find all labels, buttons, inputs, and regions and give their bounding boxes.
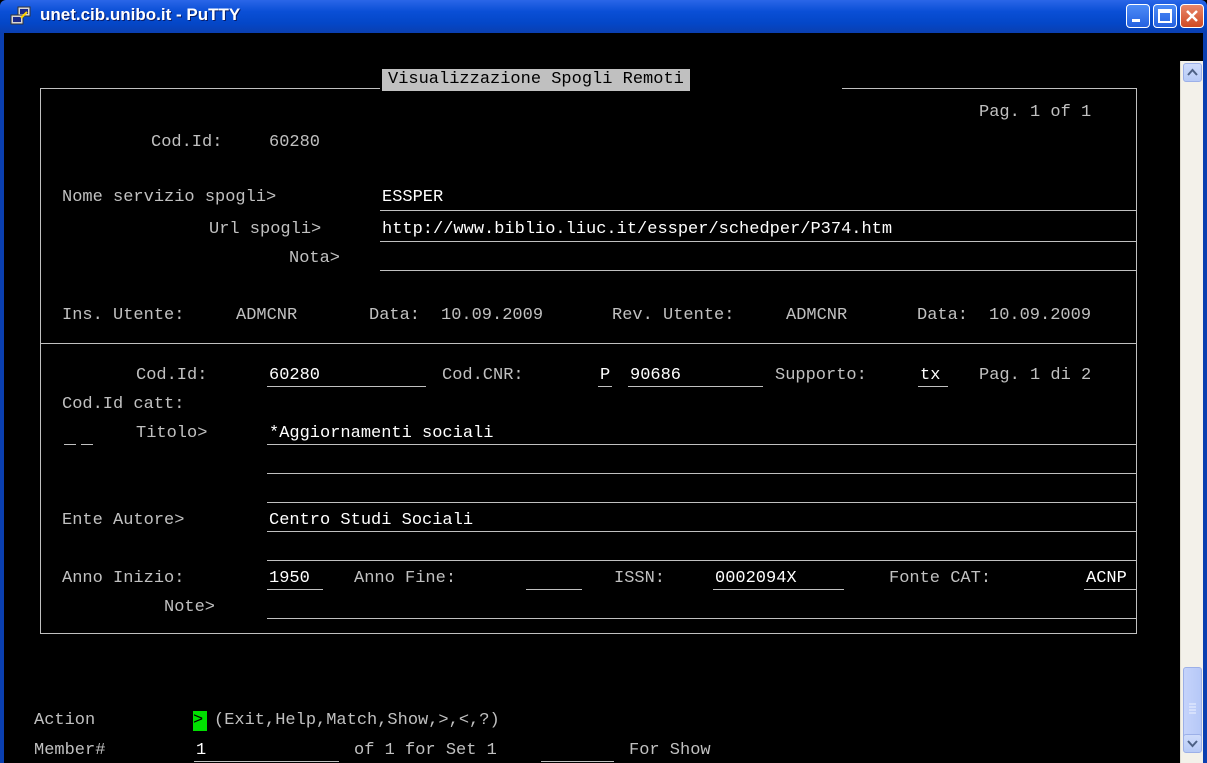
anno-inizio-label: Anno Inizio: [62,569,185,588]
titolo-label: Titolo> [136,424,208,443]
titolo-underline [267,444,1136,445]
chevron-up-icon [1187,68,1198,76]
anno-fine-underline [526,589,582,590]
page-indicator-bottom: Pag. 1 di 2 [979,366,1092,385]
issn-label: ISSN: [614,569,666,588]
fonte-cat-underline [1084,589,1136,590]
maximize-icon [1158,9,1172,23]
codcnr-underline [628,386,763,387]
minimize-icon [1132,19,1140,22]
title-bar[interactable]: unet.cib.unibo.it - PuTTY [0,0,1207,33]
codid-label-top: Cod.Id: [151,133,223,152]
putty-icon [10,6,31,25]
scroll-down-button[interactable] [1183,734,1202,753]
data-rev-value: 10.09.2009 [989,306,1092,325]
close-icon [1186,10,1198,22]
box-divider [40,343,1137,344]
nome-servizio-field[interactable]: ESSPER [382,188,443,208]
box-border-bottom [40,633,1137,634]
box-border-right [1136,88,1137,633]
nome-servizio-underline [380,210,1136,211]
window-title: unet.cib.unibo.it - PuTTY [40,5,241,24]
issn-field[interactable]: 0002094X [715,569,797,589]
codcnr-label: Cod.CNR: [442,366,524,385]
anno-fine-label: Anno Fine: [354,569,457,588]
ente-autore-line-2[interactable] [267,560,1136,561]
codcnr-prefix-underline [598,386,612,387]
action-label: Action [34,711,96,730]
set-underline [541,761,614,762]
data-ins-label: Data: [369,306,421,325]
titolo-line-3[interactable] [267,502,1136,503]
ente-autore-field[interactable]: Centro Studi Sociali [269,511,473,531]
ente-autore-underline [267,531,1136,532]
supporto-label: Supporto: [775,366,867,385]
ins-utente-label: Ins. Utente: [62,306,185,325]
member-set-text: of 1 for Set 1 [354,741,497,760]
member-label: Member# [34,741,106,760]
action-input[interactable]: > [193,711,207,731]
nome-servizio-label: Nome servizio spogli> [62,188,277,207]
rev-utente-label: Rev. Utente: [612,306,735,325]
ente-autore-label: Ente Autore> [62,511,185,530]
vertical-scrollbar[interactable] [1180,61,1204,763]
note-field[interactable] [267,618,1136,619]
screen-header: Visualizzazione Spogli Remoti [382,69,690,91]
data-ins-value: 10.09.2009 [441,306,544,325]
nota-label: Nota> [289,249,341,268]
terminal-area[interactable]: Visualizzazione Spogli Remoti Pag. 1 of … [4,33,1180,763]
member-underline [194,761,339,762]
data-rev-label: Data: [917,306,969,325]
titolo-field[interactable]: *Aggiornamenti sociali [269,424,493,444]
codid-value-top: 60280 [269,133,321,152]
rev-utente-value: ADMCNR [786,306,848,325]
minimize-button[interactable] [1126,4,1150,28]
url-spogli-field[interactable]: http://www.biblio.liuc.it/essper/schedpe… [382,220,892,240]
chevron-down-icon [1187,740,1198,748]
nota-underline [380,270,1136,271]
fonte-cat-label: Fonte CAT: [889,569,992,588]
flag-field-1[interactable] [64,444,76,445]
page-indicator-top: Pag. 1 of 1 [979,103,1092,122]
anno-inizio-underline [267,589,323,590]
box-border-left [40,88,41,633]
window-frame-right [1203,33,1207,763]
box-border-top-right [842,88,1137,89]
codcnr-field[interactable]: 90686 [630,366,681,386]
flag-field-2[interactable] [81,444,93,445]
supporto-field[interactable]: tx [920,366,940,386]
anno-inizio-field[interactable]: 1950 [269,569,310,589]
titolo-line-2[interactable] [267,473,1136,474]
url-spogli-label: Url spogli> [209,220,322,239]
action-options: (Exit,Help,Match,Show,>,<,?) [214,711,500,730]
codid-catt-label: Cod.Id catt: [62,395,185,414]
maximize-button[interactable] [1153,4,1177,28]
member-field[interactable]: 1 [196,741,206,761]
close-button[interactable] [1180,4,1204,28]
codcnr-prefix-field[interactable]: P [600,366,610,386]
scroll-up-button[interactable] [1183,63,1202,82]
codid-label-bottom: Cod.Id: [136,366,208,385]
codid-underline [267,386,426,387]
codid-field[interactable]: 60280 [269,366,320,386]
url-spogli-underline [380,241,1136,242]
box-border-top-left [40,88,380,89]
supporto-underline [918,386,948,387]
for-show-text: For Show [629,741,711,760]
note-label: Note> [164,598,216,617]
issn-underline [713,589,844,590]
ins-utente-value: ADMCNR [236,306,298,325]
fonte-cat-field[interactable]: ACNP [1086,569,1127,589]
